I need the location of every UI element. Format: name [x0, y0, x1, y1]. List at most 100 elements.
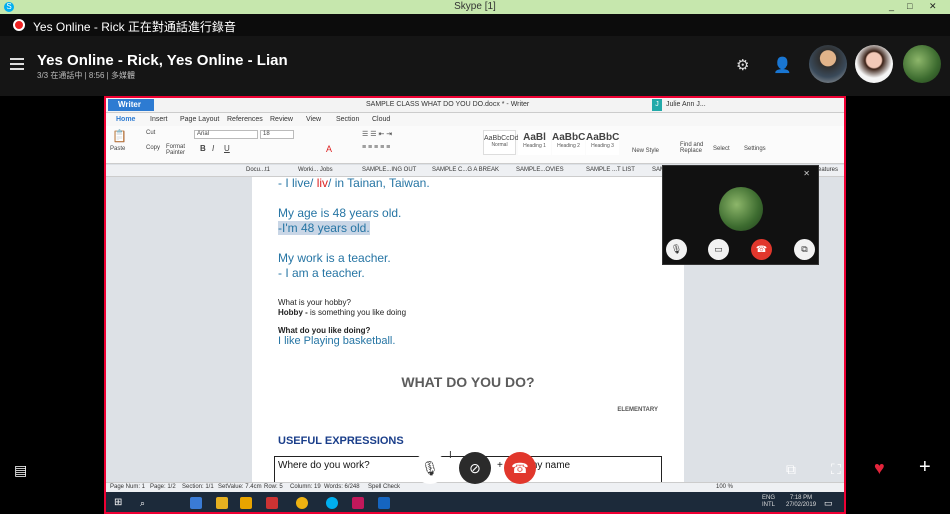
- wps-icon[interactable]: [266, 497, 278, 509]
- tab-view[interactable]: View: [306, 116, 321, 123]
- pip-video-button[interactable]: ▭: [708, 239, 729, 260]
- alignment-icons[interactable]: ≡ ≡ ≡ ≡ ≡: [362, 144, 390, 151]
- mute-mic-button[interactable]: 🎙: [414, 452, 446, 484]
- style-normal[interactable]: AaBbCcDd Normal: [483, 130, 519, 155]
- taskbar-app-icon[interactable]: [190, 497, 202, 509]
- status-page: Page: 1/2: [150, 484, 176, 490]
- document-page[interactable]: - I live/ liv/ in Tainan, Taiwan. My age…: [252, 177, 684, 482]
- status-words: Words: 6/248: [324, 484, 360, 490]
- participant-avatar-2[interactable]: [855, 45, 893, 83]
- minimize-button[interactable]: _: [889, 1, 894, 11]
- writer-ribbon: 📋 Paste Cut Copy Format Painter Arial 18…: [106, 126, 844, 164]
- style-heading-2-preview: AaBbC: [552, 132, 586, 143]
- find-replace-button[interactable]: Find and Replace: [680, 142, 710, 154]
- hang-up-button[interactable]: ☎: [504, 452, 536, 484]
- settings-button[interactable]: Settings: [744, 146, 766, 152]
- doc-line-1-sep: /: [310, 177, 317, 190]
- close-button[interactable]: ✕: [929, 1, 937, 12]
- doc-level: ELEMENTARY: [617, 407, 658, 413]
- writer-menu-tabs: Home Insert Page Layout References Revie…: [106, 113, 844, 126]
- fullscreen-icon[interactable]: ⛶: [831, 461, 841, 478]
- chat-icon[interactable]: ▤: [14, 462, 27, 479]
- heart-reaction-icon[interactable]: ♥: [874, 458, 885, 479]
- font-size-select[interactable]: 18: [260, 130, 294, 139]
- taskbar-app-icon-3[interactable]: [378, 497, 390, 509]
- explorer-icon[interactable]: [216, 497, 228, 509]
- doc-tab-1[interactable]: Docu...t1: [246, 167, 270, 173]
- doc-tab-2[interactable]: Worki... Jobs: [298, 167, 333, 173]
- call-status: 3/3 在通話中 | 8:56 | 多媒體: [37, 71, 135, 80]
- recording-text: Yes Online - Rick 正在對通話進行錄音: [33, 20, 236, 34]
- taskbar-app-icon-2[interactable]: [352, 497, 364, 509]
- bold-button[interactable]: B: [200, 144, 206, 153]
- paste-button[interactable]: Paste: [110, 146, 125, 152]
- participant-avatar-1[interactable]: [809, 45, 847, 83]
- share-screen-icon[interactable]: ⧉: [786, 461, 796, 478]
- notification-icon[interactable]: ▭: [824, 497, 836, 509]
- bullets-icon[interactable]: ☰ ☰ ⇤ ⇥: [362, 130, 392, 138]
- writer-app-button[interactable]: Writer: [108, 99, 154, 111]
- windows-start-icon[interactable]: ⊞: [114, 497, 126, 509]
- toggle-video-button[interactable]: ⊘: [459, 452, 491, 484]
- user-avatar[interactable]: J: [652, 99, 662, 111]
- cut-button[interactable]: Cut: [146, 130, 155, 136]
- italic-button[interactable]: I: [212, 144, 214, 153]
- tab-references[interactable]: References: [227, 116, 263, 123]
- tray-language[interactable]: ENG INTL: [762, 495, 775, 509]
- tab-insert[interactable]: Insert: [150, 116, 168, 123]
- tray-clock[interactable]: 7:18 PM 27/02/2019: [786, 495, 816, 509]
- add-participant-icon[interactable]: 👤: [773, 56, 792, 74]
- paste-icon[interactable]: 📋: [112, 129, 127, 143]
- doc-line-6: What is your hobby?: [278, 298, 351, 307]
- doc-line-4: My work is a teacher.: [278, 251, 391, 265]
- hamburger-menu-icon[interactable]: [10, 58, 24, 73]
- call-header: Yes Online - Rick, Yes Online - Lian 3/3…: [0, 36, 950, 96]
- call-title: Yes Online - Rick, Yes Online - Lian: [37, 52, 288, 69]
- style-heading-2[interactable]: AaBbC Heading 2: [552, 130, 585, 155]
- skype-taskbar-icon[interactable]: [326, 497, 338, 509]
- style-heading-3-label: Heading 3: [591, 143, 614, 149]
- search-icon[interactable]: ⌕: [140, 497, 152, 509]
- pip-mic-button[interactable]: 🎙: [666, 239, 687, 260]
- style-heading-1[interactable]: AaBl Heading 1: [518, 130, 551, 155]
- doc-tab-5[interactable]: SAMPLE...OVIES: [516, 167, 564, 173]
- tab-page-layout[interactable]: Page Layout: [180, 116, 219, 123]
- select-button[interactable]: Select: [713, 146, 730, 152]
- style-heading-3-preview: AaBbC: [586, 132, 620, 143]
- font-name-select[interactable]: Arial: [194, 130, 258, 139]
- pip-hangup-button[interactable]: ☎: [751, 239, 772, 260]
- maximize-button[interactable]: □: [907, 1, 912, 11]
- settings-gear-icon[interactable]: ⚙: [736, 56, 749, 74]
- status-spellcheck[interactable]: Spell Check: [368, 484, 400, 490]
- style-normal-label: Normal: [491, 142, 508, 148]
- tab-section[interactable]: Section: [336, 116, 359, 123]
- style-heading-3[interactable]: AaBbC Heading 3: [586, 130, 619, 155]
- font-color-icon[interactable]: A: [326, 144, 332, 154]
- underline-button[interactable]: U: [224, 144, 230, 153]
- doc-line-5: - I am a teacher.: [278, 266, 365, 280]
- doc-tab-4[interactable]: SAMPLE C...G A BREAK: [432, 167, 499, 173]
- doc-tab-3[interactable]: SAMPLE...ING OUT: [362, 167, 416, 173]
- folder-icon[interactable]: [240, 497, 252, 509]
- doc-line-9: I like Playing basketball.: [278, 335, 396, 347]
- format-painter-button[interactable]: Format Painter: [166, 144, 192, 156]
- chrome-icon[interactable]: [296, 497, 308, 509]
- add-icon[interactable]: +: [919, 456, 931, 479]
- tab-home[interactable]: Home: [116, 116, 135, 123]
- tab-review[interactable]: Review: [270, 116, 293, 123]
- doc-tab-6[interactable]: SAMPLE ...T LIST: [586, 167, 635, 173]
- style-normal-preview: AaBbCcDd: [484, 135, 519, 142]
- window-titlebar: S Skype [1] _ □ ✕: [0, 0, 950, 14]
- pip-expand-button[interactable]: ⧉: [794, 239, 815, 260]
- status-zoom[interactable]: 100 %: [716, 484, 733, 490]
- participant-avatar-3[interactable]: [903, 45, 941, 83]
- pip-close-icon[interactable]: ✕: [803, 169, 810, 178]
- doc-heading: WHAT DO YOU DO?: [401, 374, 535, 390]
- tab-cloud[interactable]: Cloud: [372, 116, 390, 123]
- doc-tab-8[interactable]: eatures: [818, 167, 838, 173]
- style-heading-2-label: Heading 2: [557, 143, 580, 149]
- tray-region: INTL: [762, 502, 776, 508]
- recording-banner: Yes Online - Rick 正在對通話進行錄音: [0, 14, 950, 36]
- new-style-button[interactable]: New Style: [632, 148, 659, 154]
- copy-button[interactable]: Copy: [146, 145, 160, 151]
